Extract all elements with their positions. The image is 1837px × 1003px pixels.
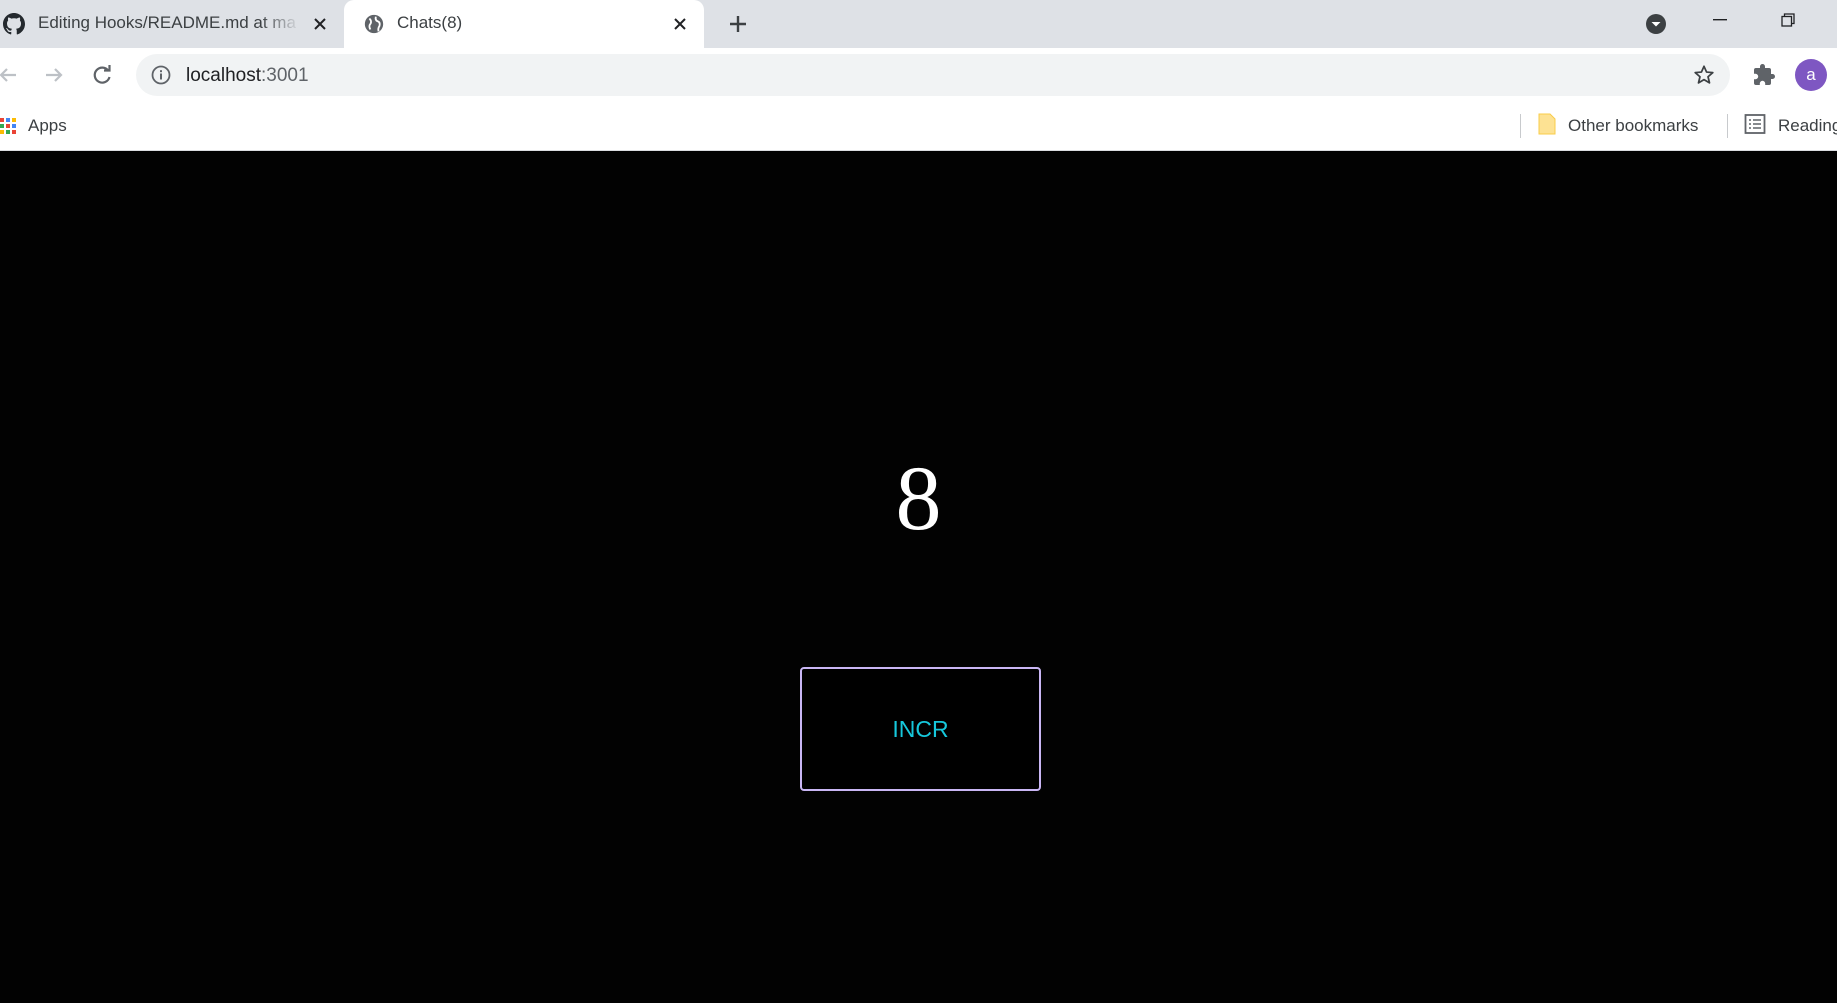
bookmark-apps[interactable]: Apps: [0, 113, 67, 139]
reading-list-label: Reading: [1778, 116, 1837, 135]
bookmarks-divider: [1520, 114, 1521, 138]
url-text: localhost:3001: [186, 65, 309, 87]
back-button[interactable]: [0, 61, 22, 89]
bookmark-other-label: Other bookmarks: [1568, 116, 1699, 135]
forward-button[interactable]: [40, 61, 68, 89]
bookmark-apps-label: Apps: [28, 116, 67, 135]
tab-title: Chats(8): [397, 13, 463, 32]
restore-button[interactable]: [1760, 0, 1816, 40]
extensions-icon[interactable]: [1750, 61, 1778, 89]
bookmark-other[interactable]: Other bookmarks: [1538, 113, 1698, 139]
reading-list[interactable]: Reading: [1744, 113, 1837, 139]
tab-strip: Editing Hooks/README.md at ma Chats(8): [0, 0, 1837, 48]
close-icon[interactable]: [668, 12, 692, 36]
url-host: localhost: [186, 65, 261, 86]
counter-value: 8: [895, 447, 942, 549]
tab-chats[interactable]: Chats(8): [344, 0, 704, 48]
increment-button[interactable]: INCR: [800, 667, 1041, 791]
github-icon: [2, 12, 26, 36]
apps-grid-icon: [0, 118, 16, 134]
globe-icon: [362, 12, 386, 36]
folder-icon: [1538, 113, 1556, 140]
address-bar[interactable]: localhost:3001: [136, 54, 1730, 96]
bookmarks-divider: [1727, 114, 1728, 138]
profile-avatar[interactable]: a: [1795, 59, 1827, 91]
new-tab-button[interactable]: [724, 10, 752, 38]
tab-github-readme[interactable]: Editing Hooks/README.md at ma: [0, 0, 344, 48]
bookmarks-bar: Apps Other bookmarks Reading: [0, 102, 1837, 151]
info-icon[interactable]: [150, 64, 172, 86]
close-icon[interactable]: [308, 12, 332, 36]
browser-toolbar: localhost:3001 a: [0, 48, 1837, 102]
bookmark-star-icon[interactable]: [1692, 63, 1716, 87]
minimize-button[interactable]: [1692, 0, 1748, 40]
tab-title: Editing Hooks/README.md at ma: [38, 13, 296, 32]
tab-search-icon[interactable]: [1642, 10, 1670, 38]
reload-button[interactable]: [88, 61, 116, 89]
reading-list-icon: [1744, 113, 1766, 140]
app-page: 8 INCR: [0, 152, 1837, 1003]
url-port: :3001: [261, 65, 309, 86]
